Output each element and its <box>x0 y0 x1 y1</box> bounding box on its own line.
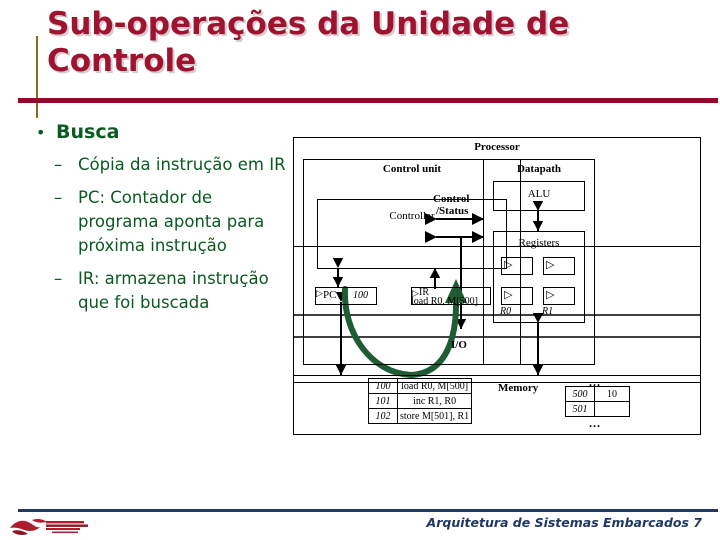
memory-label: Memory <box>498 382 539 394</box>
memory-address: 101 <box>368 393 398 409</box>
processor-label: Processor <box>474 141 520 153</box>
slide: Sub-operações da Unidade de Controle • B… <box>0 0 720 540</box>
bullet-dot-icon: • <box>36 123 46 142</box>
footer-text: Arquitetura de Sistemas Embarcados 7 <box>426 515 702 530</box>
alu-label: ALU <box>527 188 551 200</box>
data-memory-table: 500 10 501 <box>565 386 630 417</box>
register-cell: ▷ <box>543 287 575 305</box>
memory-address: 100 <box>368 378 398 394</box>
register-r0-label: R0 <box>500 306 512 317</box>
processor-architecture-diagram: Processor Control unit Controller ▷ PC 1… <box>293 137 701 480</box>
control-status-label-line2: /Status <box>436 205 469 217</box>
register-r1-label: R1 <box>542 306 554 317</box>
bullet-item-label: PC: Contador de programa aponta para pró… <box>78 188 265 255</box>
register-glyph-icon: ▷ <box>504 259 513 271</box>
pc-glyph-icon: ▷ <box>316 288 323 298</box>
ir-value: load R0, M[500] <box>411 296 478 307</box>
table-row: 501 <box>565 401 630 417</box>
bullet-level1-busca: • Busca <box>22 120 290 144</box>
controller-label: Controller <box>389 210 435 222</box>
table-row: 100 load R0, M[500] <box>368 378 473 394</box>
bullet-item-pc: – PC: Contador de programa aponta para p… <box>22 186 290 258</box>
title-vertical-accent <box>36 36 38 118</box>
memory-address: 500 <box>565 386 595 402</box>
table-row: 102 store M[501], R1 <box>368 408 473 424</box>
table-row: 101 inc R1, R0 <box>368 393 473 409</box>
io-label: I/O <box>451 339 467 351</box>
bullet-dash-icon: – <box>54 269 63 288</box>
bullet-item-label: Cópia da instrução em IR <box>78 155 286 174</box>
pc-label: PC <box>323 289 337 301</box>
bullet-dash-icon: – <box>54 188 63 207</box>
memory-value <box>594 401 630 417</box>
register-glyph-icon: ▷ <box>546 259 555 271</box>
memory-instruction: inc R1, R0 <box>396 393 473 409</box>
register-glyph-icon: ▷ <box>504 289 513 301</box>
register-cell: ▷ <box>543 257 575 275</box>
registers-label: Registers <box>518 237 560 249</box>
page-title: Sub-operações da Unidade de Controle <box>47 6 570 79</box>
register-glyph-icon: ▷ <box>546 289 555 301</box>
memory-instruction: store M[501], R1 <box>396 408 473 424</box>
pc-value: 100 <box>353 290 368 301</box>
memory-box <box>293 375 701 435</box>
bullet-item-copia: – Cópia da instrução em IR <box>22 153 290 177</box>
memory-address: 501 <box>565 401 595 417</box>
program-memory-table: 100 load R0, M[500] 101 inc R1, R0 102 s… <box>368 378 473 424</box>
datapath-label: Datapath <box>516 163 561 175</box>
memory-address: 102 <box>368 408 398 424</box>
table-row: 500 10 <box>565 386 630 402</box>
bullet-item-label: IR: armazena instrução que foi buscada <box>78 269 269 312</box>
bullet-list: • Busca – Cópia da instrução em IR – PC:… <box>22 120 290 324</box>
memory-instruction: load R0, M[500] <box>396 378 473 394</box>
bullet-item-ir: – IR: armazena instrução que foi buscada <box>22 267 290 315</box>
institution-logo <box>6 514 90 538</box>
footer-divider <box>18 509 718 512</box>
data-memory-ellipsis-bottom: ... <box>589 416 601 430</box>
register-cell: ▷ <box>501 257 533 275</box>
title-divider <box>18 98 718 103</box>
control-status-label-line1: Control <box>433 193 470 205</box>
bullet-dash-icon: – <box>54 155 63 174</box>
register-cell: ▷ <box>501 287 533 305</box>
memory-value: 10 <box>594 386 630 402</box>
bullet-level1-label: Busca <box>56 121 120 143</box>
